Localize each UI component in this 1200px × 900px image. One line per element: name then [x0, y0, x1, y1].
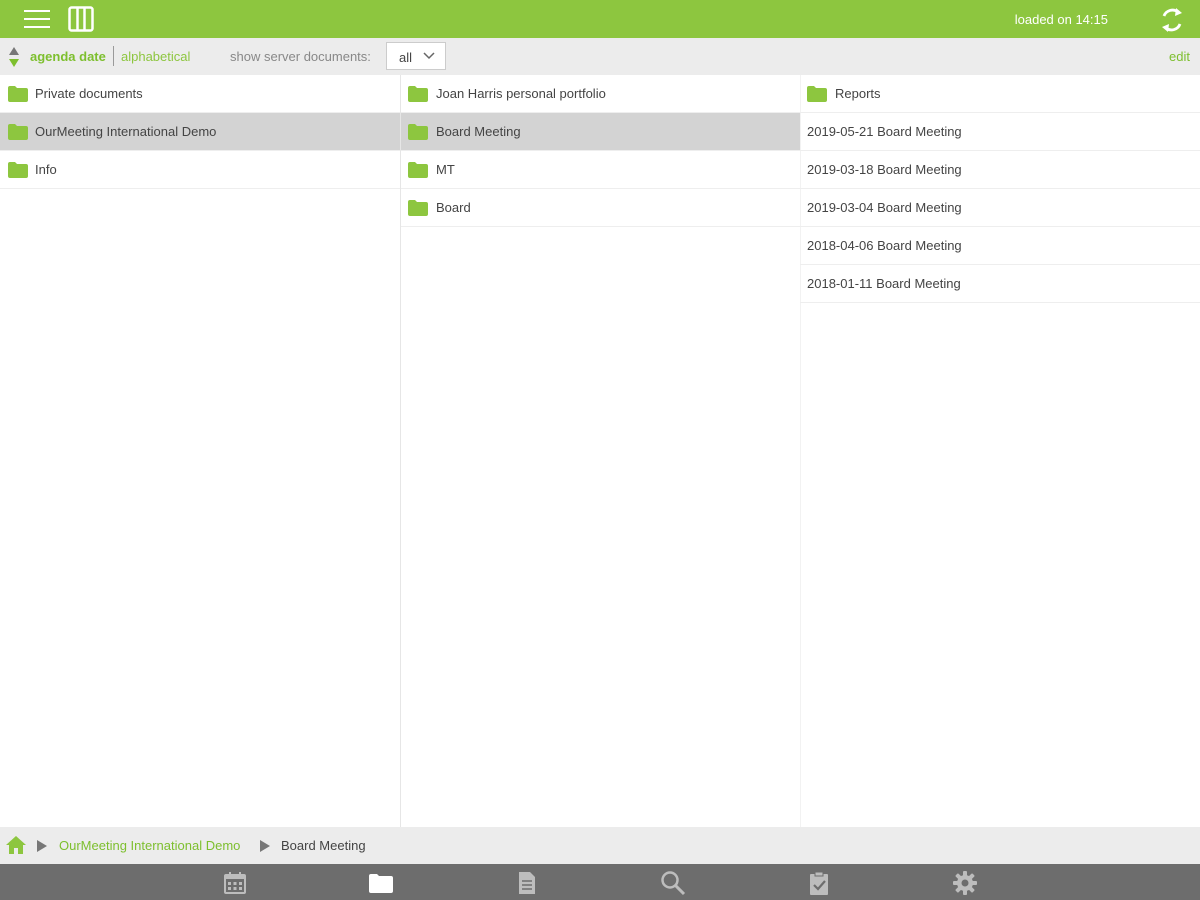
- gear-icon[interactable]: [952, 870, 978, 896]
- breadcrumb-link[interactable]: OurMeeting International Demo: [59, 838, 240, 853]
- edit-button[interactable]: edit: [1169, 49, 1190, 64]
- meeting-label: 2019-03-18 Board Meeting: [807, 162, 962, 177]
- search-icon[interactable]: [660, 870, 686, 896]
- meeting-row[interactable]: 2019-05-21 Board Meeting: [800, 113, 1200, 151]
- meeting-label: 2018-04-06 Board Meeting: [807, 238, 962, 253]
- top-bar: loaded on 14:15: [0, 0, 1200, 38]
- folder-icon: [408, 162, 428, 178]
- folder-icon: [408, 124, 428, 140]
- sort-toolbar: agenda date alphabetical show server doc…: [0, 38, 1200, 75]
- folder-row-ourmeeting-international-demo[interactable]: OurMeeting International Demo: [0, 113, 400, 151]
- meeting-column-3: Reports 2019-05-21 Board Meeting 2019-03…: [800, 75, 1200, 827]
- refresh-icon[interactable]: [1158, 6, 1186, 34]
- meeting-label: 2019-05-21 Board Meeting: [807, 124, 962, 139]
- folder-row-board[interactable]: Board: [401, 189, 800, 227]
- folder-label: Board: [436, 200, 471, 215]
- clipboard-check-icon[interactable]: [806, 870, 832, 896]
- sort-divider: [113, 46, 114, 66]
- folder-row-info[interactable]: Info: [0, 151, 400, 189]
- folder-label: OurMeeting International Demo: [35, 124, 217, 139]
- folder-label: MT: [436, 162, 455, 177]
- columns-icon[interactable]: [68, 6, 94, 32]
- folder-column-2: Joan Harris personal portfolio Board Mee…: [401, 75, 801, 827]
- loaded-status: loaded on 14:15: [1014, 12, 1108, 27]
- folder-icon: [8, 124, 28, 140]
- folder-icon: [408, 86, 428, 102]
- breadcrumb-separator-icon: [260, 840, 270, 852]
- meeting-row[interactable]: 2019-03-04 Board Meeting: [800, 189, 1200, 227]
- sort-alphabetical[interactable]: alphabetical: [121, 49, 190, 64]
- hamburger-icon[interactable]: [24, 7, 50, 31]
- folder-icon: [8, 162, 28, 178]
- meeting-row[interactable]: 2018-01-11 Board Meeting: [800, 265, 1200, 303]
- meeting-row[interactable]: 2018-04-06 Board Meeting: [800, 227, 1200, 265]
- folder-row-board-meeting[interactable]: Board Meeting: [401, 113, 800, 151]
- chevron-down-icon: [423, 52, 435, 60]
- show-documents-select[interactable]: all: [386, 42, 446, 70]
- folder-label: Private documents: [35, 86, 143, 101]
- breadcrumb: OurMeeting International Demo Board Meet…: [0, 827, 1200, 864]
- show-server-documents-label: show server documents:: [230, 49, 371, 64]
- folder-label: Reports: [835, 86, 881, 101]
- folder-row-private-documents[interactable]: Private documents: [0, 75, 400, 113]
- meeting-row[interactable]: 2019-03-18 Board Meeting: [800, 151, 1200, 189]
- folder-icon: [8, 86, 28, 102]
- folder-row-reports[interactable]: Reports: [800, 75, 1200, 113]
- folder-icon[interactable]: [368, 870, 394, 896]
- folder-label: Info: [35, 162, 57, 177]
- document-icon[interactable]: [514, 870, 540, 896]
- breadcrumb-separator-icon: [37, 840, 47, 852]
- folder-icon: [807, 86, 827, 102]
- folder-row-mt[interactable]: MT: [401, 151, 800, 189]
- show-documents-value: all: [399, 50, 413, 65]
- meeting-label: 2018-01-11 Board Meeting: [807, 276, 961, 291]
- folder-label: Board Meeting: [436, 124, 521, 139]
- sort-agenda-date[interactable]: agenda date: [30, 49, 106, 64]
- folder-icon: [408, 200, 428, 216]
- home-icon[interactable]: [6, 836, 26, 854]
- breadcrumb-current: Board Meeting: [281, 838, 366, 853]
- bottom-tab-bar: [0, 864, 1200, 900]
- folder-row-joan-harris-portfolio[interactable]: Joan Harris personal portfolio: [401, 75, 800, 113]
- folder-column-1: Private documents OurMeeting Internation…: [0, 75, 401, 827]
- calendar-icon[interactable]: [222, 870, 248, 896]
- sort-arrows-icon[interactable]: [8, 46, 20, 68]
- meeting-label: 2019-03-04 Board Meeting: [807, 200, 962, 215]
- folder-label: Joan Harris personal portfolio: [436, 86, 606, 101]
